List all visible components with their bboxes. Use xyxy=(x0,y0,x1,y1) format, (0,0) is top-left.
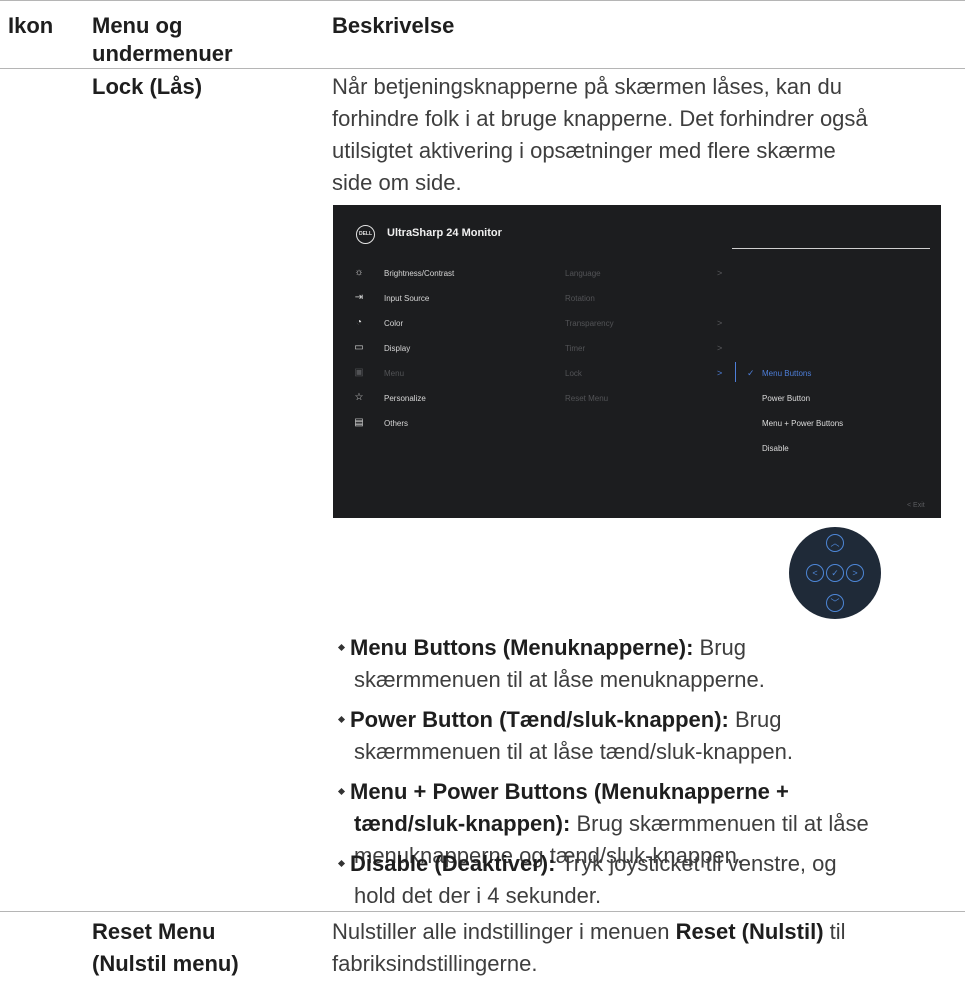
bullet-continuation: skærmmenuen til at låse menuknapperne. xyxy=(354,667,765,692)
reset-label-line2: (Nulstil menu) xyxy=(92,951,239,976)
bullet-term: Disable (Deaktiver): xyxy=(350,851,556,876)
header-menu-line1: Menu og xyxy=(92,13,183,38)
chevron-right-icon: > xyxy=(717,318,723,328)
osd-title: UltraSharp 24 Monitor xyxy=(387,227,502,239)
osd-submenu-language[interactable]: Language xyxy=(565,269,601,278)
check-icon: ✓ xyxy=(747,368,755,378)
lock-desc-line: Når betjeningsknapperne på skærmen låses… xyxy=(332,74,842,99)
header-menu: Menu og undermenuer xyxy=(92,12,233,68)
bullet-icon xyxy=(337,787,346,795)
bullet-continuation: tænd/sluk-knappen): Brug skærmmenuen til… xyxy=(354,808,869,840)
color-icon: ◔ xyxy=(355,317,363,328)
bullet-text: Brug xyxy=(693,635,747,660)
bullet-term: Menu Buttons (Menuknapperne): xyxy=(350,635,694,660)
osd-menu-item-menu[interactable]: Menu xyxy=(384,369,404,378)
header-menu-line2: undermenuer xyxy=(92,41,233,66)
osd-option-power-button[interactable]: Power Button xyxy=(762,394,810,403)
joystick-left-icon: < xyxy=(806,564,824,582)
bullet-text: Brug skærmmenuen til at låse xyxy=(570,811,869,836)
bullet-continuation: skærmmenuen til at låse tænd/sluk-knappe… xyxy=(354,739,793,764)
osd-option-disable[interactable]: Disable xyxy=(762,444,789,453)
lock-label: Lock (Lås) xyxy=(92,74,203,99)
bullet-continuation: hold det der i 4 sekunder. xyxy=(354,883,602,908)
reset-menu-description: Nulstiller alle indstillinger i menuen R… xyxy=(332,916,962,980)
bullet-term: tænd/sluk-knappen): xyxy=(354,811,571,836)
bullet-menu-power-buttons: Menu + Power Buttons (Menuknapperne + xyxy=(337,776,963,808)
reset-desc-text: Nulstiller alle indstillinger i menuen xyxy=(332,919,676,944)
bullet-term: Menu + Power Buttons (Menuknapperne + xyxy=(350,779,789,804)
osd-option-menu-power-buttons[interactable]: Menu + Power Buttons xyxy=(762,419,843,428)
osd-screenshot: DELL UltraSharp 24 Monitor ☼ Brightness/… xyxy=(333,205,941,518)
reset-desc-term: Reset (Nulstil) xyxy=(675,919,824,944)
joystick-graphic: ︿ < ✓ > ﹀ xyxy=(789,527,881,619)
bullet-icon xyxy=(337,859,346,867)
reset-desc-line1: Nulstiller alle indstillinger i menuen R… xyxy=(332,916,962,948)
table-top-rule xyxy=(0,0,965,1)
chevron-right-icon: > xyxy=(717,343,723,353)
osd-menu-item-color[interactable]: Color xyxy=(384,319,403,328)
osd-menu-item-brightness[interactable]: Brightness/Contrast xyxy=(384,269,454,278)
header-bottom-rule xyxy=(0,68,965,69)
bullet-disable-text: Disable (Deaktiver): Tryk joysticket til… xyxy=(337,848,963,880)
joystick-center-icon: ✓ xyxy=(826,564,844,582)
joystick-up-icon: ︿ xyxy=(826,534,844,552)
osd-submenu-rotation[interactable]: Rotation xyxy=(565,294,595,303)
bullet-text: Tryk joysticket til venstre, og xyxy=(555,851,837,876)
dell-logo-icon: DELL xyxy=(356,225,375,244)
bullet-power-button: Power Button (Tænd/sluk-knappen): Brug xyxy=(337,704,963,736)
lock-desc-line: side om side. xyxy=(332,170,462,195)
brightness-icon: ☼ xyxy=(354,267,364,278)
chevron-right-icon: > xyxy=(717,268,723,278)
osd-submenu-lock[interactable]: Lock xyxy=(565,369,582,378)
osd-header: DELL UltraSharp 24 Monitor xyxy=(333,205,941,253)
osd-menu-item-others[interactable]: Others xyxy=(384,419,408,428)
joystick-down-icon: ﹀ xyxy=(826,594,844,612)
reset-desc-text: til xyxy=(823,919,846,944)
osd-menu-item-input-source[interactable]: Input Source xyxy=(384,294,429,303)
osd-submenu-reset-menu[interactable]: Reset Menu xyxy=(565,394,608,403)
bullet-icon xyxy=(337,643,346,651)
reset-menu-label: Reset Menu (Nulstil menu) xyxy=(92,916,239,980)
osd-submenu-timer[interactable]: Timer xyxy=(565,344,585,353)
lock-desc-line: utilsigtet aktivering i opsætninger med … xyxy=(332,138,836,163)
bullet-icon xyxy=(337,715,346,723)
osd-exit[interactable]: < Exit xyxy=(907,502,925,509)
bullet-term: Power Button (Tænd/sluk-knappen): xyxy=(350,707,729,732)
input-source-icon: ⇥ xyxy=(354,292,364,303)
joystick-right-icon: > xyxy=(846,564,864,582)
bullet-menu-buttons: Menu Buttons (Menuknapperne): Brug xyxy=(337,632,963,664)
lock-description: Når betjeningsknapperne på skærmen låses… xyxy=(332,71,962,199)
osd-submenu-transparency[interactable]: Transparency xyxy=(565,319,614,328)
lock-desc-line: forhindre folk i at bruge knapperne. Det… xyxy=(332,106,868,131)
others-icon: ▤ xyxy=(354,417,364,428)
menu-icon: ▣ xyxy=(354,367,364,378)
display-icon: ▭ xyxy=(354,342,364,353)
osd-option-menu-buttons[interactable]: Menu Buttons xyxy=(762,369,811,378)
osd-title-underline xyxy=(732,248,930,249)
bullet-text: Brug xyxy=(728,707,782,732)
osd-menu-item-personalize[interactable]: Personalize xyxy=(384,394,426,403)
star-icon: ☆ xyxy=(354,392,364,403)
selection-bar xyxy=(735,362,736,382)
header-description: Beskrivelse xyxy=(332,13,455,38)
chevron-right-icon: > xyxy=(717,368,723,378)
reset-desc-line2: fabriksindstillingerne. xyxy=(332,951,538,976)
osd-menu-item-display[interactable]: Display xyxy=(384,344,410,353)
header-icon: Ikon xyxy=(8,13,54,38)
reset-label-line1: Reset Menu xyxy=(92,919,216,944)
